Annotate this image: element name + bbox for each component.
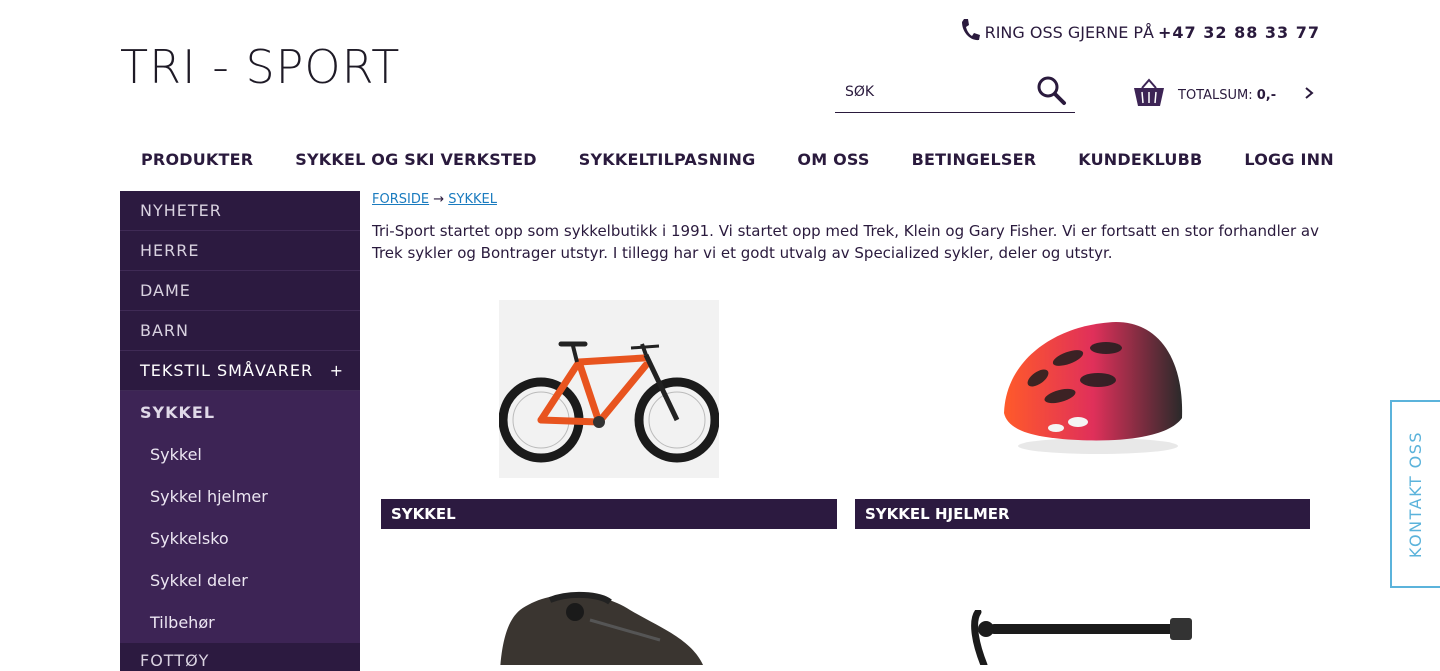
contact-tab[interactable]: KONTAKT OSS (1390, 400, 1440, 588)
nav-verksted[interactable]: SYKKEL OG SKI VERKSTED (274, 146, 557, 173)
cart-label: TOTALSUM: (1178, 87, 1253, 103)
sidebar-sub-tilbehor[interactable]: Tilbehør (120, 601, 360, 643)
main-nav: PRODUKTER SYKKEL OG SKI VERKSTED SYKKELT… (120, 146, 1355, 173)
search-box (835, 72, 1075, 113)
cart-sum: 0,- (1256, 87, 1277, 103)
nav-produkter[interactable]: PRODUKTER (120, 146, 274, 173)
breadcrumb: FORSIDE → SYKKEL (372, 192, 497, 207)
sidebar-item-tekstil[interactable]: TEKSTIL SMÅVARER + (120, 351, 360, 391)
sidebar-item-sykkel[interactable]: SYKKEL (120, 391, 360, 433)
nav-om-oss[interactable]: OM OSS (776, 146, 890, 173)
product-label-sykkel[interactable]: SYKKEL (381, 499, 837, 529)
sidebar-item-dame[interactable]: DAME (120, 271, 360, 311)
category-sidebar: NYHETER HERRE DAME BARN TEKSTIL SMÅVARER… (120, 191, 360, 671)
product-label-hjelmer[interactable]: SYKKEL HJELMER (855, 499, 1310, 529)
breadcrumb-arrow: → (433, 192, 445, 207)
sidebar-item-barn[interactable]: BARN (120, 311, 360, 351)
phone-number[interactable]: +47 32 88 33 77 (1158, 23, 1320, 42)
phone-info: RING OSS GJERNE PÅ +47 32 88 33 77 (959, 17, 1320, 47)
sidebar-item-label: TEKSTIL SMÅVARER (140, 361, 314, 380)
sidebar-sub-deler[interactable]: Sykkel deler (120, 559, 360, 601)
sidebar-item-fottoy[interactable]: FOTTØY (120, 643, 360, 671)
sidebar-item-herre[interactable]: HERRE (120, 231, 360, 271)
sidebar-sub-sykkelsko[interactable]: Sykkelsko (120, 517, 360, 559)
basket-icon (1132, 78, 1166, 112)
search-input[interactable] (835, 84, 1025, 100)
site-logo[interactable]: TRI - SPORT (120, 40, 400, 94)
sidebar-sub-sykkel[interactable]: Sykkel (120, 433, 360, 475)
chevron-right-icon[interactable] (1304, 86, 1314, 104)
category-intro: Tri-Sport startet opp som sykkelbutikk i… (372, 222, 1319, 262)
breadcrumb-home[interactable]: FORSIDE (372, 192, 429, 207)
product-image-bike[interactable] (498, 300, 720, 478)
product-image-axle[interactable] (970, 610, 1195, 665)
cart-summary[interactable]: TOTALSUM: 0,- (1132, 78, 1314, 112)
nav-logg-inn[interactable]: LOGG INN (1223, 146, 1354, 173)
breadcrumb-current[interactable]: SYKKEL (448, 192, 497, 207)
phone-icon (959, 17, 981, 47)
contact-tab-label: KONTAKT OSS (1406, 430, 1426, 558)
phone-prefix: RING OSS GJERNE PÅ (984, 22, 1154, 42)
nav-kundeklubb[interactable]: KUNDEKLUBB (1057, 146, 1223, 173)
product-image-shoe[interactable] (490, 590, 710, 665)
expand-toggle[interactable]: + (330, 361, 344, 380)
sidebar-item-nyheter[interactable]: NYHETER (120, 191, 360, 231)
nav-betingelser[interactable]: BETINGELSER (891, 146, 1058, 173)
nav-sykkeltilpasning[interactable]: SYKKELTILPASNING (558, 146, 777, 173)
sidebar-sub-hjelmer[interactable]: Sykkel hjelmer (120, 475, 360, 517)
search-icon[interactable] (1035, 74, 1067, 110)
product-image-helmet[interactable] (998, 318, 1188, 458)
